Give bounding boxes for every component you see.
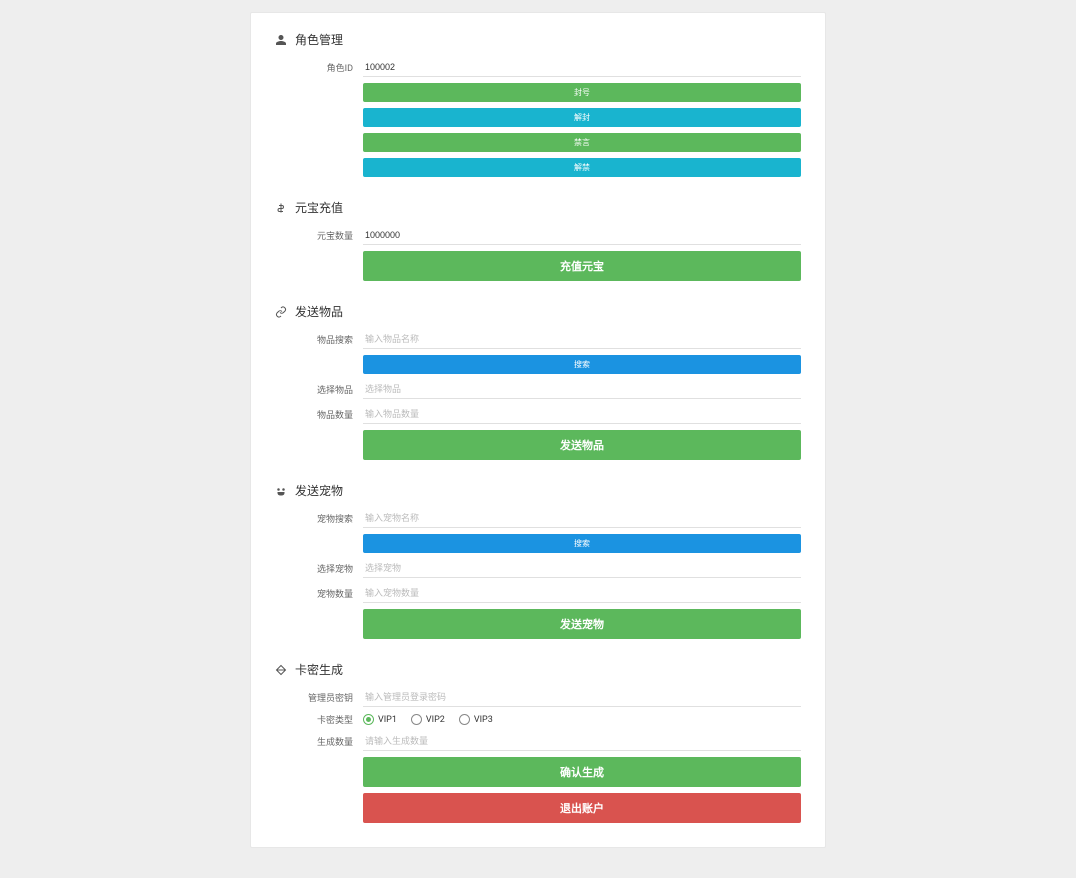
admin-pwd-input[interactable] [363, 688, 801, 707]
card-qty-input[interactable] [363, 732, 801, 751]
gold-qty-label: 元宝数量 [275, 229, 363, 242]
send-pet-button[interactable]: 发送宠物 [363, 609, 801, 639]
link-icon [275, 306, 287, 318]
radio-icon [459, 714, 470, 725]
gold-qty-input[interactable] [363, 226, 801, 245]
unmute-button[interactable]: 解禁 [363, 158, 801, 177]
pet-heading-text: 发送宠物 [295, 482, 343, 499]
pet-select-label: 选择宠物 [275, 562, 363, 575]
card-heading-text: 卡密生成 [295, 661, 343, 678]
role-heading: 角色管理 [275, 31, 801, 48]
unban-button[interactable]: 解封 [363, 108, 801, 127]
pet-search-label: 宠物搜索 [275, 512, 363, 525]
gold-heading-text: 元宝充值 [295, 199, 343, 216]
pet-select-input[interactable] [363, 559, 801, 578]
recharge-gold-button[interactable]: 充值元宝 [363, 251, 801, 281]
radio-label: VIP3 [474, 715, 493, 725]
user-icon [275, 34, 287, 46]
pet-heading: 发送宠物 [275, 482, 801, 499]
ban-button[interactable]: 封号 [363, 83, 801, 102]
dollar-icon [275, 202, 287, 214]
item-search-button[interactable]: 搜索 [363, 355, 801, 374]
item-qty-input[interactable] [363, 405, 801, 424]
item-heading: 发送物品 [275, 303, 801, 320]
pet-qty-input[interactable] [363, 584, 801, 603]
diamond-icon [275, 664, 287, 676]
admin-panel: 角色管理 角色ID 封号 解封 禁言 解禁 元宝充值 元宝数量 充值元宝 [250, 12, 826, 848]
item-select-input[interactable] [363, 380, 801, 399]
radio-label: VIP1 [378, 715, 397, 725]
admin-pwd-label: 管理员密钥 [275, 691, 363, 704]
radio-icon [363, 714, 374, 725]
pet-search-input[interactable] [363, 509, 801, 528]
item-heading-text: 发送物品 [295, 303, 343, 320]
role-id-row: 角色ID [275, 58, 801, 77]
gold-qty-row: 元宝数量 [275, 226, 801, 245]
mute-button[interactable]: 禁言 [363, 133, 801, 152]
item-search-label: 物品搜索 [275, 333, 363, 346]
card-type-vip3[interactable]: VIP3 [459, 714, 493, 725]
card-type-vip1[interactable]: VIP1 [363, 714, 397, 725]
item-qty-label: 物品数量 [275, 408, 363, 421]
card-type-label: 卡密类型 [275, 713, 363, 726]
role-id-input[interactable] [363, 58, 801, 77]
pet-icon [275, 485, 287, 497]
card-heading: 卡密生成 [275, 661, 801, 678]
pet-search-button[interactable]: 搜索 [363, 534, 801, 553]
send-item-button[interactable]: 发送物品 [363, 430, 801, 460]
item-select-label: 选择物品 [275, 383, 363, 396]
card-type-radio-group: VIP1 VIP2 VIP3 [363, 714, 493, 725]
radio-icon [411, 714, 422, 725]
card-qty-label: 生成数量 [275, 735, 363, 748]
confirm-generate-button[interactable]: 确认生成 [363, 757, 801, 787]
gold-heading: 元宝充值 [275, 199, 801, 216]
pet-qty-label: 宠物数量 [275, 587, 363, 600]
card-type-vip2[interactable]: VIP2 [411, 714, 445, 725]
role-id-label: 角色ID [275, 61, 363, 74]
item-search-input[interactable] [363, 330, 801, 349]
role-heading-text: 角色管理 [295, 31, 343, 48]
radio-label: VIP2 [426, 715, 445, 725]
logout-button[interactable]: 退出账户 [363, 793, 801, 823]
